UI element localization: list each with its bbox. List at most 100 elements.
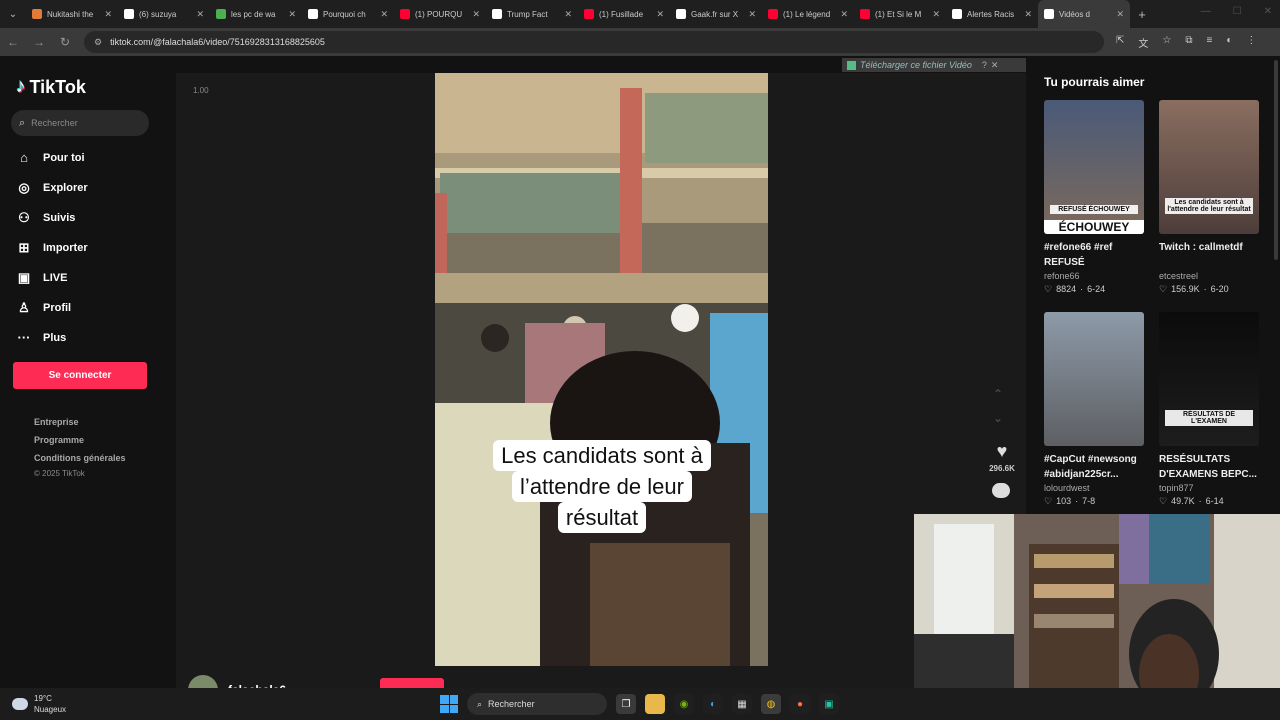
browser-tab[interactable]: Alertes Racis ✕ bbox=[946, 0, 1038, 28]
recommended-stats: ♡ 103 · 7-8 bbox=[1044, 496, 1144, 507]
sidebar-item-plus[interactable]: ··· Plus bbox=[16, 330, 67, 345]
browser-tab[interactable]: Gaak.fr sur X ✕ bbox=[670, 0, 762, 28]
chrome-icon[interactable]: ◍ bbox=[761, 694, 781, 714]
browser-tab[interactable]: (1) Et Si le M ✕ bbox=[854, 0, 946, 28]
video-thumbnail[interactable]: Les candidats sont à l'attendre de leur … bbox=[1159, 100, 1259, 234]
recommended-user[interactable]: etcestreel bbox=[1159, 271, 1259, 281]
tab-close-icon[interactable]: ✕ bbox=[288, 9, 296, 20]
tab-close-icon[interactable]: ✕ bbox=[380, 9, 388, 20]
previous-video-icon[interactable]: ⌃ bbox=[993, 387, 1003, 401]
sidebar-item-pour-toi[interactable]: ⌂ Pour toi bbox=[16, 150, 85, 165]
back-icon[interactable]: ← bbox=[0, 35, 26, 49]
recommended-video[interactable]: REFUSÉ ÉCHOUWEY ÉCHOUWEY #refone66 #ref RE… bbox=[1044, 100, 1144, 295]
tab-close-icon[interactable]: ✕ bbox=[840, 9, 848, 20]
browser-tab[interactable]: (1) POURQU ✕ bbox=[394, 0, 486, 28]
new-tab-button[interactable]: + bbox=[1130, 7, 1154, 22]
sidebar-item-suivis[interactable]: ⚇ Suivis bbox=[16, 210, 75, 226]
browser-tab[interactable]: Pourquoi ch ✕ bbox=[302, 0, 394, 28]
comment-icon[interactable] bbox=[992, 483, 1010, 498]
follow-button[interactable] bbox=[380, 678, 444, 688]
recommended-title[interactable]: RESÉSULTATS D'EXAMENS BEPC... bbox=[1159, 452, 1259, 482]
video-thumbnail[interactable] bbox=[1044, 312, 1144, 446]
browser-tab[interactable]: Nukitashi the ✕ bbox=[26, 0, 118, 28]
download-extension-bar[interactable]: Télécharger ce fichier Vidéo ? ✕ bbox=[842, 58, 1026, 72]
tab-close-icon[interactable]: ✕ bbox=[196, 9, 204, 20]
tab-close-icon[interactable]: ✕ bbox=[1024, 9, 1032, 20]
reload-icon[interactable]: ↻ bbox=[52, 35, 78, 49]
sidebar-item-profil[interactable]: ♙ Profil bbox=[16, 300, 71, 316]
video-thumbnail[interactable]: RÉSULTATS DE L'EXAMEN bbox=[1159, 312, 1259, 446]
recommended-date: 6-24 bbox=[1087, 284, 1106, 294]
footer-link-programme[interactable]: Programme bbox=[34, 435, 84, 445]
browser-tab[interactable]: (1) Le légend ✕ bbox=[762, 0, 854, 28]
reading-list-icon[interactable]: ≡ bbox=[1207, 35, 1213, 50]
browser-menu-icon[interactable]: ⋮ bbox=[1246, 35, 1256, 50]
sidebar-item-explorer[interactable]: ◎ Explorer bbox=[16, 180, 87, 196]
browser-tab[interactable]: Vidéos d ✕ bbox=[1038, 0, 1130, 28]
recommended-likes: 49.7K bbox=[1171, 496, 1195, 506]
edge-icon[interactable]: ◐ bbox=[703, 694, 723, 714]
scrollbar[interactable] bbox=[1274, 60, 1278, 260]
browser-tab[interactable]: (6) suzuya ✕ bbox=[118, 0, 210, 28]
footer-link-entreprise[interactable]: Entreprise bbox=[34, 417, 79, 427]
next-video-icon[interactable]: ⌄ bbox=[993, 411, 1003, 425]
close-icon[interactable]: ✕ bbox=[991, 60, 999, 71]
recommended-video[interactable]: Les candidats sont à l'attendre de leur … bbox=[1159, 100, 1259, 295]
sidebar-item-importer[interactable]: ⊞ Importer bbox=[16, 240, 88, 256]
forward-icon[interactable]: → bbox=[26, 35, 52, 49]
tab-close-icon[interactable]: ✕ bbox=[104, 9, 112, 20]
help-icon[interactable]: ? bbox=[982, 60, 987, 70]
task-view-icon[interactable]: ❐ bbox=[616, 694, 636, 714]
weather-widget[interactable]: 19°C Nuageux bbox=[12, 693, 66, 715]
app-icon[interactable]: ▣ bbox=[819, 694, 839, 714]
video-thumbnail[interactable]: REFUSÉ ÉCHOUWEY ÉCHOUWEY bbox=[1044, 100, 1144, 234]
taskbar-search[interactable]: ⌕ Rechercher bbox=[467, 693, 607, 715]
url-bar[interactable]: ⚙ tiktok.com/@falachala6/video/751692831… bbox=[84, 31, 1104, 53]
tab-search-icon[interactable]: ⌄ bbox=[0, 0, 26, 28]
minimize-icon[interactable]: — bbox=[1201, 6, 1211, 17]
tab-close-icon[interactable]: ✕ bbox=[1116, 9, 1124, 20]
translate-icon[interactable]: 文 bbox=[1138, 35, 1148, 50]
more-icon: ··· bbox=[17, 330, 31, 345]
recommended-video[interactable]: RÉSULTATS DE L'EXAMEN RESÉSULTATS D'EXAME… bbox=[1159, 312, 1259, 507]
recommended-user[interactable]: lolourdwest bbox=[1044, 483, 1144, 493]
file-explorer-icon[interactable] bbox=[645, 694, 665, 714]
recommended-title[interactable]: Twitch : callmetdf bbox=[1159, 240, 1259, 270]
firefox-icon[interactable]: ● bbox=[790, 694, 810, 714]
browser-tab[interactable]: (1) Fusillade ✕ bbox=[578, 0, 670, 28]
recommended-user[interactable]: topin877 bbox=[1159, 483, 1259, 493]
recommended-title[interactable]: #CapCut #newsong #abidjan225cr... bbox=[1044, 452, 1144, 482]
site-info-icon[interactable]: ⚙ bbox=[94, 37, 102, 48]
playback-speed[interactable]: 1.00 bbox=[193, 86, 209, 95]
browser-tab[interactable]: les pc de wa ✕ bbox=[210, 0, 302, 28]
sidebar-search[interactable]: ⌕ Rechercher bbox=[11, 110, 149, 136]
tab-close-icon[interactable]: ✕ bbox=[656, 9, 664, 20]
sidebar-item-live[interactable]: ▣ LIVE bbox=[16, 270, 68, 286]
browser-tab[interactable]: Trump Fact ✕ bbox=[486, 0, 578, 28]
heart-icon: ♡ bbox=[1159, 284, 1168, 294]
thumbnail-overlay-title: ÉCHOUWEY bbox=[1044, 220, 1144, 234]
recommended-video[interactable]: #CapCut #newsong #abidjan225cr... lolourd… bbox=[1044, 312, 1144, 507]
maximize-icon[interactable]: ☐ bbox=[1233, 6, 1242, 17]
install-icon[interactable]: ⇱ bbox=[1116, 35, 1124, 50]
tiktok-logo[interactable]: ♪ TikTok bbox=[16, 76, 86, 98]
tab-close-icon[interactable]: ✕ bbox=[564, 9, 572, 20]
recommended-title[interactable]: #refone66 #ref REFUSÉ ÉCHOUWEY bbox=[1044, 240, 1144, 270]
profile-avatar-icon[interactable]: ◐ bbox=[1226, 35, 1232, 50]
video-player[interactable]: Les candidats sont à l’attendre de leur … bbox=[435, 73, 768, 666]
bookmark-star-icon[interactable]: ☆ bbox=[1162, 35, 1171, 50]
tab-favicon-icon bbox=[124, 9, 134, 19]
extensions-icon[interactable]: ⧉ bbox=[1185, 35, 1192, 50]
tab-close-icon[interactable]: ✕ bbox=[472, 9, 480, 20]
tab-close-icon[interactable]: ✕ bbox=[748, 9, 756, 20]
store-icon[interactable]: ▦ bbox=[732, 694, 752, 714]
nvidia-icon[interactable]: ◉ bbox=[674, 694, 694, 714]
home-icon: ⌂ bbox=[20, 150, 28, 165]
start-icon[interactable] bbox=[440, 695, 458, 713]
footer-link-conditions[interactable]: Conditions générales bbox=[34, 453, 126, 463]
recommended-user[interactable]: refone66 bbox=[1044, 271, 1144, 281]
like-button[interactable]: ♥ 296.6K bbox=[982, 441, 1022, 473]
tab-close-icon[interactable]: ✕ bbox=[932, 9, 940, 20]
close-window-icon[interactable]: ✕ bbox=[1264, 6, 1272, 17]
login-button[interactable]: Se connecter bbox=[13, 362, 147, 389]
